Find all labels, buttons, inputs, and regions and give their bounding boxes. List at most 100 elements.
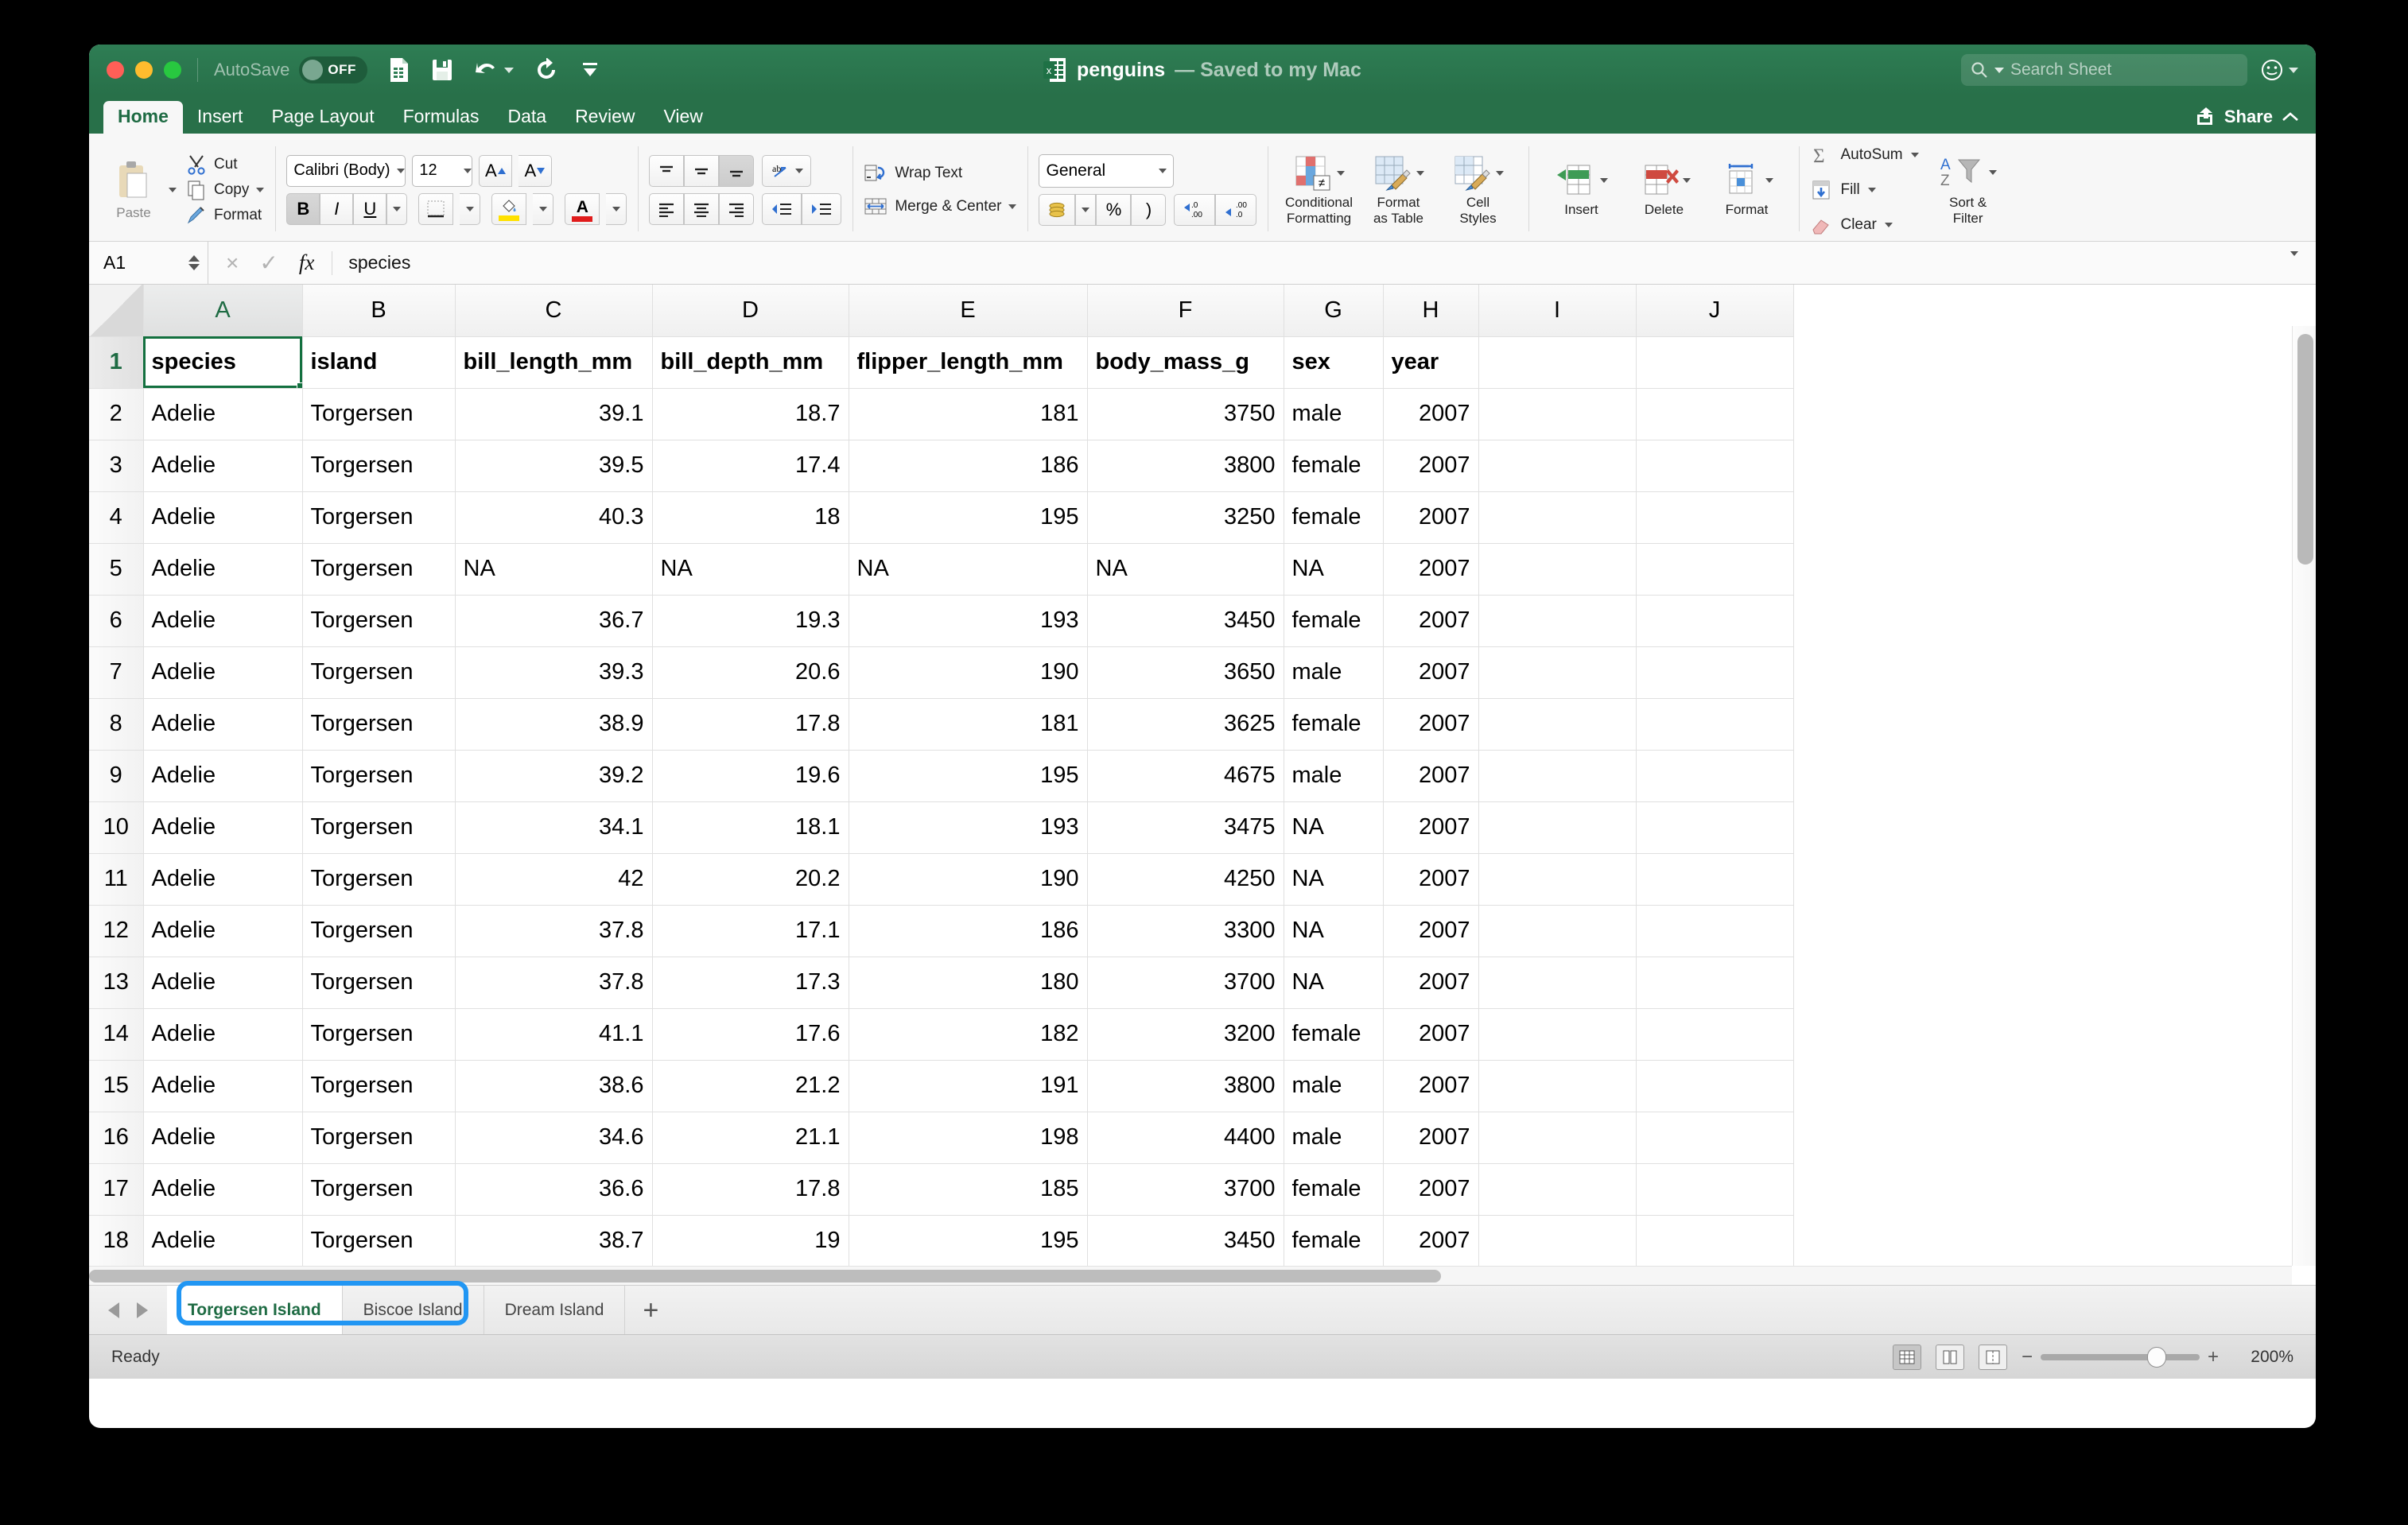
table-cell[interactable]: 2007 bbox=[1383, 801, 1479, 854]
table-cell[interactable]: Torgersen bbox=[302, 388, 456, 440]
table-cell[interactable]: 186 bbox=[849, 440, 1088, 492]
bold-button[interactable]: B bbox=[286, 192, 320, 225]
table-cell[interactable]: Torgersen bbox=[302, 1112, 456, 1164]
row-header-18[interactable]: 18 bbox=[89, 1215, 144, 1267]
table-cell[interactable] bbox=[1478, 905, 1637, 957]
table-cell[interactable] bbox=[1478, 698, 1637, 751]
table-row[interactable]: 6 Adelie Torgersen 36.7 19.3 193 3450 female 200… bbox=[89, 595, 1794, 647]
table-cell[interactable]: 39.5 bbox=[455, 440, 653, 492]
table-cell[interactable] bbox=[1636, 905, 1794, 957]
name-box-spinner[interactable] bbox=[188, 255, 200, 270]
table-cell[interactable]: Adelie bbox=[143, 1215, 303, 1267]
table-cell[interactable]: female bbox=[1284, 698, 1384, 751]
table-cell[interactable]: 2007 bbox=[1383, 388, 1479, 440]
table-row[interactable]: 7 Adelie Torgersen 39.3 20.6 190 3650 male 2007 bbox=[89, 646, 1794, 699]
tab-home[interactable]: Home bbox=[103, 101, 183, 134]
table-cell[interactable]: Adelie bbox=[143, 905, 303, 957]
format-cells-dropdown-icon[interactable] bbox=[1765, 177, 1773, 183]
decrease-font-size-button[interactable]: A bbox=[518, 154, 553, 187]
table-cell[interactable]: 38.9 bbox=[455, 698, 653, 751]
table-cell[interactable]: 2007 bbox=[1383, 905, 1479, 957]
header-cell[interactable] bbox=[1636, 336, 1794, 389]
table-cell[interactable] bbox=[1636, 853, 1794, 906]
row-header-1[interactable]: 1 bbox=[89, 336, 144, 389]
confirm-formula-icon[interactable]: ✓ bbox=[259, 250, 278, 276]
row-header-15[interactable]: 15 bbox=[89, 1060, 144, 1112]
autosum-button[interactable]: Σ AutoSum bbox=[1810, 139, 1919, 171]
table-row[interactable]: 4 Adelie Torgersen 40.3 18 195 3250 female 2007 bbox=[89, 491, 1794, 544]
accounting-format-button[interactable] bbox=[1039, 193, 1076, 226]
row-header-4[interactable]: 4 bbox=[89, 491, 144, 544]
table-cell[interactable]: NA bbox=[455, 543, 653, 596]
align-top-button[interactable] bbox=[649, 154, 685, 187]
fill-color-button[interactable] bbox=[491, 192, 527, 225]
table-cell[interactable] bbox=[1636, 750, 1794, 802]
merge-center-button[interactable]: Merge & Center bbox=[864, 196, 1017, 217]
column-header-a[interactable]: A bbox=[143, 285, 303, 337]
tab-review[interactable]: Review bbox=[561, 101, 649, 134]
decrease-decimal-button[interactable]: .00.0 bbox=[1215, 193, 1257, 226]
table-row[interactable]: 12 Adelie Torgersen 37.8 17.1 186 3300 NA 2007 bbox=[89, 905, 1794, 957]
clear-dropdown-icon[interactable] bbox=[1884, 222, 1893, 227]
row-header-13[interactable]: 13 bbox=[89, 957, 144, 1009]
cancel-formula-icon[interactable]: × bbox=[226, 250, 239, 276]
text-orientation-button[interactable]: ab bbox=[762, 154, 812, 187]
table-cell[interactable]: NA bbox=[1284, 905, 1384, 957]
table-cell[interactable] bbox=[1636, 491, 1794, 544]
table-cell[interactable]: 182 bbox=[849, 1008, 1088, 1061]
table-cell[interactable]: 4675 bbox=[1087, 750, 1284, 802]
table-cell[interactable]: 198 bbox=[849, 1112, 1088, 1164]
table-row[interactable]: 8 Adelie Torgersen 38.9 17.8 181 3625 female 200… bbox=[89, 698, 1794, 751]
row-header-14[interactable]: 14 bbox=[89, 1008, 144, 1061]
table-cell[interactable]: male bbox=[1284, 1060, 1384, 1112]
table-cell[interactable]: Torgersen bbox=[302, 595, 456, 647]
undo-dropdown-icon[interactable] bbox=[504, 67, 515, 73]
table-cell[interactable] bbox=[1636, 440, 1794, 492]
number-format-dropdown-icon[interactable] bbox=[1159, 168, 1167, 173]
table-cell[interactable]: 2007 bbox=[1383, 1163, 1479, 1216]
sort-filter-dropdown-icon[interactable] bbox=[1989, 169, 1998, 175]
table-row[interactable]: 14 Adelie Torgersen 41.1 17.6 182 3200 female 20… bbox=[89, 1008, 1794, 1061]
number-format-select[interactable]: General bbox=[1039, 153, 1175, 188]
align-left-button[interactable] bbox=[649, 192, 685, 225]
column-header-e[interactable]: E bbox=[849, 285, 1088, 337]
table-cell[interactable]: 18.1 bbox=[652, 801, 849, 854]
page-break-view-button[interactable] bbox=[1978, 1344, 2007, 1370]
table-cell[interactable]: 17.6 bbox=[652, 1008, 849, 1061]
table-cell[interactable]: 195 bbox=[849, 1215, 1088, 1267]
increase-font-size-button[interactable]: A bbox=[479, 154, 513, 187]
table-cell[interactable]: Torgersen bbox=[302, 543, 456, 596]
table-cell[interactable] bbox=[1478, 1112, 1637, 1164]
sheet-tab-torgersen-island[interactable]: Torgersen Island bbox=[167, 1286, 343, 1334]
table-cell[interactable]: 3200 bbox=[1087, 1008, 1284, 1061]
zoom-track[interactable] bbox=[2040, 1346, 2200, 1368]
decrease-indent-button[interactable] bbox=[762, 192, 802, 225]
table-cell[interactable]: 34.6 bbox=[455, 1112, 653, 1164]
table-row[interactable]: 18 Adelie Torgersen 38.7 19 195 3450 female 2007 bbox=[89, 1215, 1794, 1267]
table-cell[interactable]: 3750 bbox=[1087, 388, 1284, 440]
table-cell[interactable]: NA bbox=[1284, 543, 1384, 596]
table-cell[interactable]: 3450 bbox=[1087, 1215, 1284, 1267]
align-middle-button[interactable] bbox=[684, 154, 720, 187]
table-cell[interactable] bbox=[1636, 1163, 1794, 1216]
table-cell[interactable]: 2007 bbox=[1383, 853, 1479, 906]
table-cell[interactable]: 3800 bbox=[1087, 440, 1284, 492]
table-cell[interactable]: 21.2 bbox=[652, 1060, 849, 1112]
vertical-scroll-thumb[interactable] bbox=[2297, 334, 2313, 565]
table-cell[interactable]: 193 bbox=[849, 595, 1088, 647]
font-name-select[interactable]: Calibri (Body) bbox=[286, 154, 406, 187]
table-cell[interactable]: 20.2 bbox=[652, 853, 849, 906]
table-cell[interactable]: 2007 bbox=[1383, 440, 1479, 492]
insert-cells-dropdown-icon[interactable] bbox=[1599, 177, 1608, 183]
table-cell[interactable]: 39.1 bbox=[455, 388, 653, 440]
table-cell[interactable] bbox=[1478, 491, 1637, 544]
share-button[interactable]: Share bbox=[2196, 107, 2316, 134]
zoom-slider[interactable]: − + bbox=[2022, 1346, 2219, 1368]
delete-cells-button[interactable]: Delete bbox=[1622, 162, 1705, 218]
table-row[interactable]: 11 Adelie Torgersen 42 20.2 190 4250 NA 2007 bbox=[89, 853, 1794, 906]
autosave-control[interactable]: AutoSave OFF bbox=[214, 56, 368, 83]
header-cell[interactable]: body_mass_g bbox=[1087, 336, 1284, 389]
table-cell[interactable]: 19 bbox=[652, 1215, 849, 1267]
vertical-scrollbar[interactable] bbox=[2292, 326, 2316, 1266]
table-cell[interactable]: 3300 bbox=[1087, 905, 1284, 957]
